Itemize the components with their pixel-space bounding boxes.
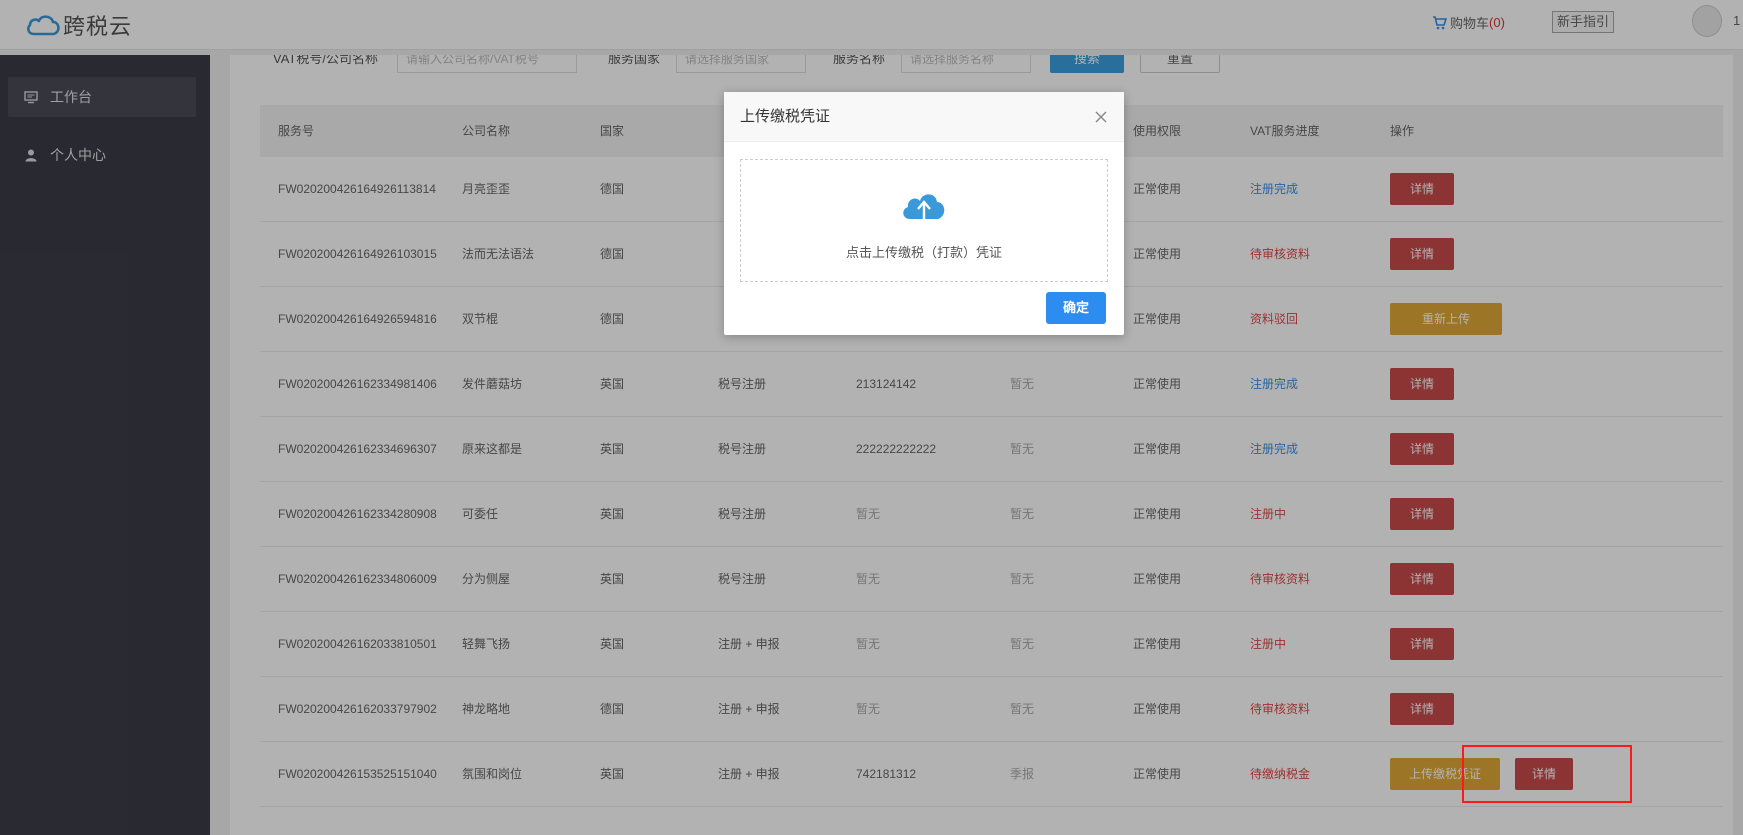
dialog-header: 上传缴税凭证: [724, 92, 1124, 142]
dialog-title: 上传缴税凭证: [740, 108, 831, 125]
upload-dialog: 上传缴税凭证 点击上传缴税（打款）凭证 确定: [724, 92, 1124, 335]
highlight-box: [1462, 745, 1632, 803]
upload-dropzone[interactable]: 点击上传缴税（打款）凭证: [740, 159, 1108, 282]
confirm-button[interactable]: 确定: [1046, 292, 1106, 324]
cloud-upload-icon: [903, 194, 945, 224]
upload-hint: 点击上传缴税（打款）凭证: [845, 245, 1002, 260]
close-icon[interactable]: [1092, 108, 1110, 126]
